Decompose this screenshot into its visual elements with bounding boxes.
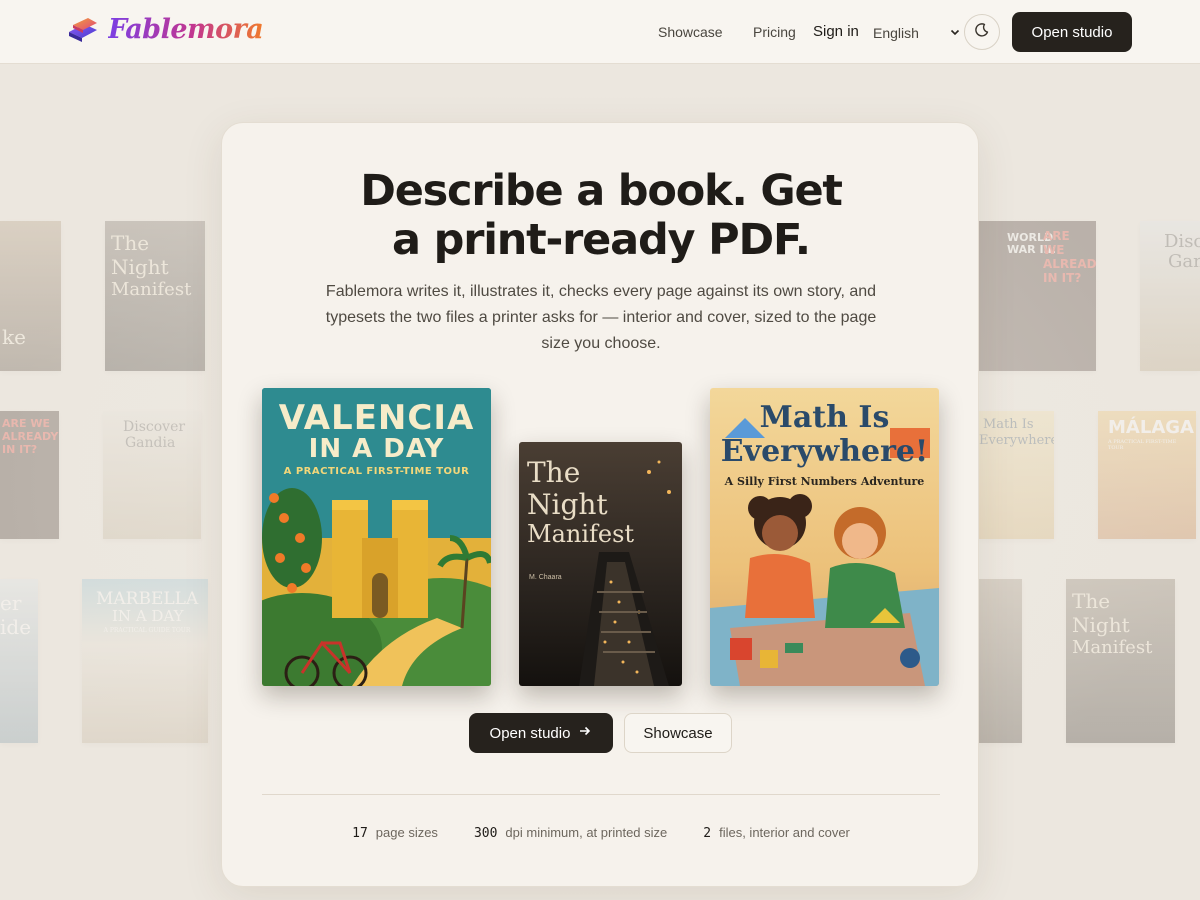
bg-book-gandia-right: Discover Gandia <box>1140 221 1200 371</box>
open-studio-label: Open studio <box>489 724 571 742</box>
bg-book-night-manifest: The Night Manifest <box>105 221 205 371</box>
bg-book-world-war-right: WORLD WAR III: ARE WE ALREADY IN IT? <box>979 221 1096 371</box>
stats-row: 17 page sizes 300 dpi minimum, at printe… <box>222 825 980 841</box>
cover-night-title-1: The <box>527 456 581 489</box>
moon-icon <box>974 22 990 43</box>
cover-night-title-2: Night <box>527 488 608 521</box>
cover-valencia-title-line-2: IN A DAY <box>308 434 445 464</box>
arrow-right-icon <box>578 724 592 742</box>
cover-valencia-subtitle: A PRACTICAL FIRST-TIME TOUR <box>283 466 470 477</box>
nav-pricing-link[interactable]: Pricing <box>753 24 796 40</box>
top-navigation-bar: Fablemora Showcase Pricing Sign in Engli… <box>0 0 1200 64</box>
hero-subtitle: Fablemora writes it, illustrates it, che… <box>325 283 877 352</box>
language-value: English <box>873 25 919 41</box>
book-stack-icon <box>66 15 100 45</box>
stat-label: dpi minimum, at printed size <box>505 825 668 840</box>
nav-signin-link[interactable]: Sign in <box>813 23 859 40</box>
nav-showcase-link[interactable]: Showcase <box>658 24 723 40</box>
bg-book-lake: ke <box>0 221 61 371</box>
cover-math-title-1: Math Is <box>759 400 890 435</box>
stat-files: 2 files, interior and cover <box>703 825 850 841</box>
stat-label: files, interior and cover <box>719 825 850 840</box>
hero-title: Describe a book. Get a print-ready PDF. <box>222 167 980 265</box>
theme-toggle-button[interactable] <box>964 14 1000 50</box>
chevron-down-icon <box>949 25 961 41</box>
bg-book-gandia: Discover Gandia <box>103 411 201 539</box>
brand-name: Fablemora <box>108 14 264 45</box>
bg-book-night-manifest-right: The Night Manifest <box>1066 579 1175 743</box>
hero-card: Describe a book. Get a print-ready PDF. … <box>221 122 979 887</box>
cover-math-title-2: Everywhere! <box>720 434 929 469</box>
open-studio-button[interactable]: Open studio <box>469 713 613 753</box>
cover-math: Math Is Everywhere! A Silly First Number… <box>710 388 939 686</box>
cover-night-title-3: Manifest <box>527 520 635 548</box>
stats-divider <box>262 794 940 795</box>
open-studio-header-button[interactable]: Open studio <box>1012 12 1132 52</box>
cover-math-subtitle: A Silly First Numbers Adventure <box>724 475 925 488</box>
language-select[interactable]: English <box>873 22 961 44</box>
stat-label: page sizes <box>375 825 438 840</box>
bg-book-guide: er ide <box>0 579 38 743</box>
bg-book-marbella: MARBELLA IN A DAY A PRACTICAL GUIDE TOUR <box>82 579 208 743</box>
brand-logo[interactable]: Fablemora <box>66 14 264 45</box>
cover-valencia-title: VALENCIA <box>278 398 475 438</box>
stat-value: 2 <box>703 826 712 841</box>
cover-night-manifest: The Night Manifest M. Chaara <box>519 442 682 686</box>
cover-night-author: M. Chaara <box>529 574 562 581</box>
bg-book-malaga: MÁLAGA A PRACTICAL FIRST-TIME TOUR <box>1098 411 1196 539</box>
hero-title-line-2: a print-ready PDF. <box>392 215 811 265</box>
bg-book-world-war: ARE WE ALREADY IN IT? <box>0 411 59 539</box>
stat-value: 300 <box>473 826 498 841</box>
bg-book-math: Math Is Everywhere! <box>979 411 1054 539</box>
stat-page-sizes: 17 page sizes <box>352 825 438 841</box>
bg-book-stairs <box>979 579 1022 743</box>
hero-title-line-1: Describe a book. Get <box>360 166 843 216</box>
cover-valencia: VALENCIA IN A DAY A PRACTICAL FIRST-TIME… <box>262 388 491 686</box>
showcase-button[interactable]: Showcase <box>624 713 732 753</box>
stat-value: 17 <box>352 826 368 841</box>
stat-dpi: 300 dpi minimum, at printed size <box>474 825 667 841</box>
